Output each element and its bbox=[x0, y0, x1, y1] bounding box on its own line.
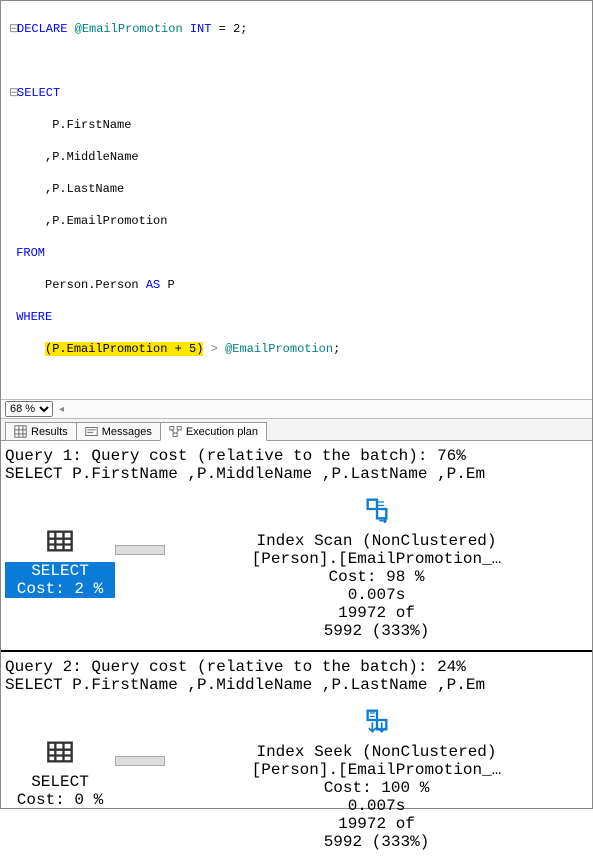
table-icon bbox=[46, 527, 74, 555]
select-cost: Cost: 0 % bbox=[5, 791, 115, 809]
semicolon: ; bbox=[333, 342, 340, 356]
tab-label: Messages bbox=[102, 426, 152, 438]
grid-icon bbox=[14, 425, 27, 438]
op-rows-estimate: 5992 (333%) bbox=[165, 833, 588, 851]
message-icon bbox=[85, 425, 98, 438]
op-name: Index Seek (NonClustered) bbox=[165, 743, 588, 761]
index-scan-icon bbox=[363, 495, 391, 523]
tab-label: Results bbox=[31, 426, 68, 438]
select-cost: Cost: 2 % bbox=[5, 580, 115, 598]
op-cost: Cost: 98 % bbox=[165, 568, 588, 586]
alias-p: P bbox=[160, 278, 174, 292]
op-cost: Cost: 100 % bbox=[165, 779, 588, 797]
table-icon bbox=[46, 738, 74, 766]
plan-index-seek-node[interactable]: Index Seek (NonClustered) [Person].[Emai… bbox=[165, 706, 588, 851]
col-middlename: ,P.MiddleName bbox=[45, 150, 139, 164]
keyword-select: SELECT bbox=[17, 86, 60, 100]
plan-index-scan-node[interactable]: Index Scan (NonClustered) [Person].[Emai… bbox=[165, 495, 588, 640]
zoom-select[interactable]: 68 % bbox=[5, 401, 53, 417]
op-rows-estimate: 5992 (333%) bbox=[165, 622, 588, 640]
execution-plan-pane[interactable]: Query 1: Query cost (relative to the bat… bbox=[1, 441, 592, 861]
tab-messages[interactable]: Messages bbox=[76, 422, 161, 440]
literal: = 2; bbox=[219, 22, 248, 36]
tab-label: Execution plan bbox=[186, 426, 258, 438]
zoom-toolbar: 68 % ◂ bbox=[1, 399, 592, 419]
op-time: 0.007s bbox=[165, 797, 588, 815]
op-rows-actual: 19972 of bbox=[165, 604, 588, 622]
keyword-from: FROM bbox=[16, 246, 45, 260]
sql-variable: @EmailPromotion bbox=[225, 342, 333, 356]
plan-arrow-icon bbox=[115, 545, 165, 555]
plan-title: Query 2: Query cost (relative to the bat… bbox=[5, 658, 588, 676]
op-rows-actual: 19972 of bbox=[165, 815, 588, 833]
scroll-arrow-icon[interactable]: ◂ bbox=[57, 404, 66, 415]
plan-arrow-icon bbox=[115, 756, 165, 766]
keyword-where: WHERE bbox=[16, 310, 52, 324]
plan-query-2: Query 2: Query cost (relative to the bat… bbox=[1, 652, 592, 861]
table-person: Person.Person bbox=[45, 278, 146, 292]
plan-select-node[interactable]: SELECT Cost: 2 % bbox=[5, 527, 115, 598]
select-label: SELECT bbox=[5, 773, 115, 791]
plan-select-node[interactable]: SELECT Cost: 0 % bbox=[5, 738, 115, 809]
operator-gt: > bbox=[203, 342, 225, 356]
keyword-as: AS bbox=[146, 278, 160, 292]
col-emailpromotion: ,P.EmailPromotion bbox=[45, 214, 167, 228]
plan-sql: SELECT P.FirstName ,P.MiddleName ,P.Last… bbox=[5, 676, 588, 694]
col-firstname: P.FirstName bbox=[52, 118, 131, 132]
select-label: SELECT bbox=[5, 562, 115, 580]
plan-title: Query 1: Query cost (relative to the bat… bbox=[5, 447, 588, 465]
plan-query-1: Query 1: Query cost (relative to the bat… bbox=[1, 441, 592, 652]
op-object: [Person].[EmailPromotion_… bbox=[165, 550, 588, 568]
op-object: [Person].[EmailPromotion_… bbox=[165, 761, 588, 779]
sql-variable: @EmailPromotion bbox=[75, 22, 183, 36]
plan-sql: SELECT P.FirstName ,P.MiddleName ,P.Last… bbox=[5, 465, 588, 483]
op-time: 0.007s bbox=[165, 586, 588, 604]
keyword-declare: DECLARE bbox=[17, 22, 67, 36]
tab-execution-plan[interactable]: Execution plan bbox=[160, 422, 267, 441]
highlight-expr-1: (P.EmailPromotion + 5) bbox=[45, 342, 203, 356]
sql-editor[interactable]: ⊟DECLARE @EmailPromotion INT = 2; ⊟SELEC… bbox=[1, 1, 592, 399]
index-seek-icon bbox=[363, 706, 391, 734]
tab-results[interactable]: Results bbox=[5, 422, 77, 440]
op-name: Index Scan (NonClustered) bbox=[165, 532, 588, 550]
plan-icon bbox=[169, 425, 182, 438]
col-lastname: ,P.LastName bbox=[45, 182, 124, 196]
type-int: INT bbox=[190, 22, 212, 36]
result-tabs: Results Messages Execution plan bbox=[1, 419, 592, 441]
